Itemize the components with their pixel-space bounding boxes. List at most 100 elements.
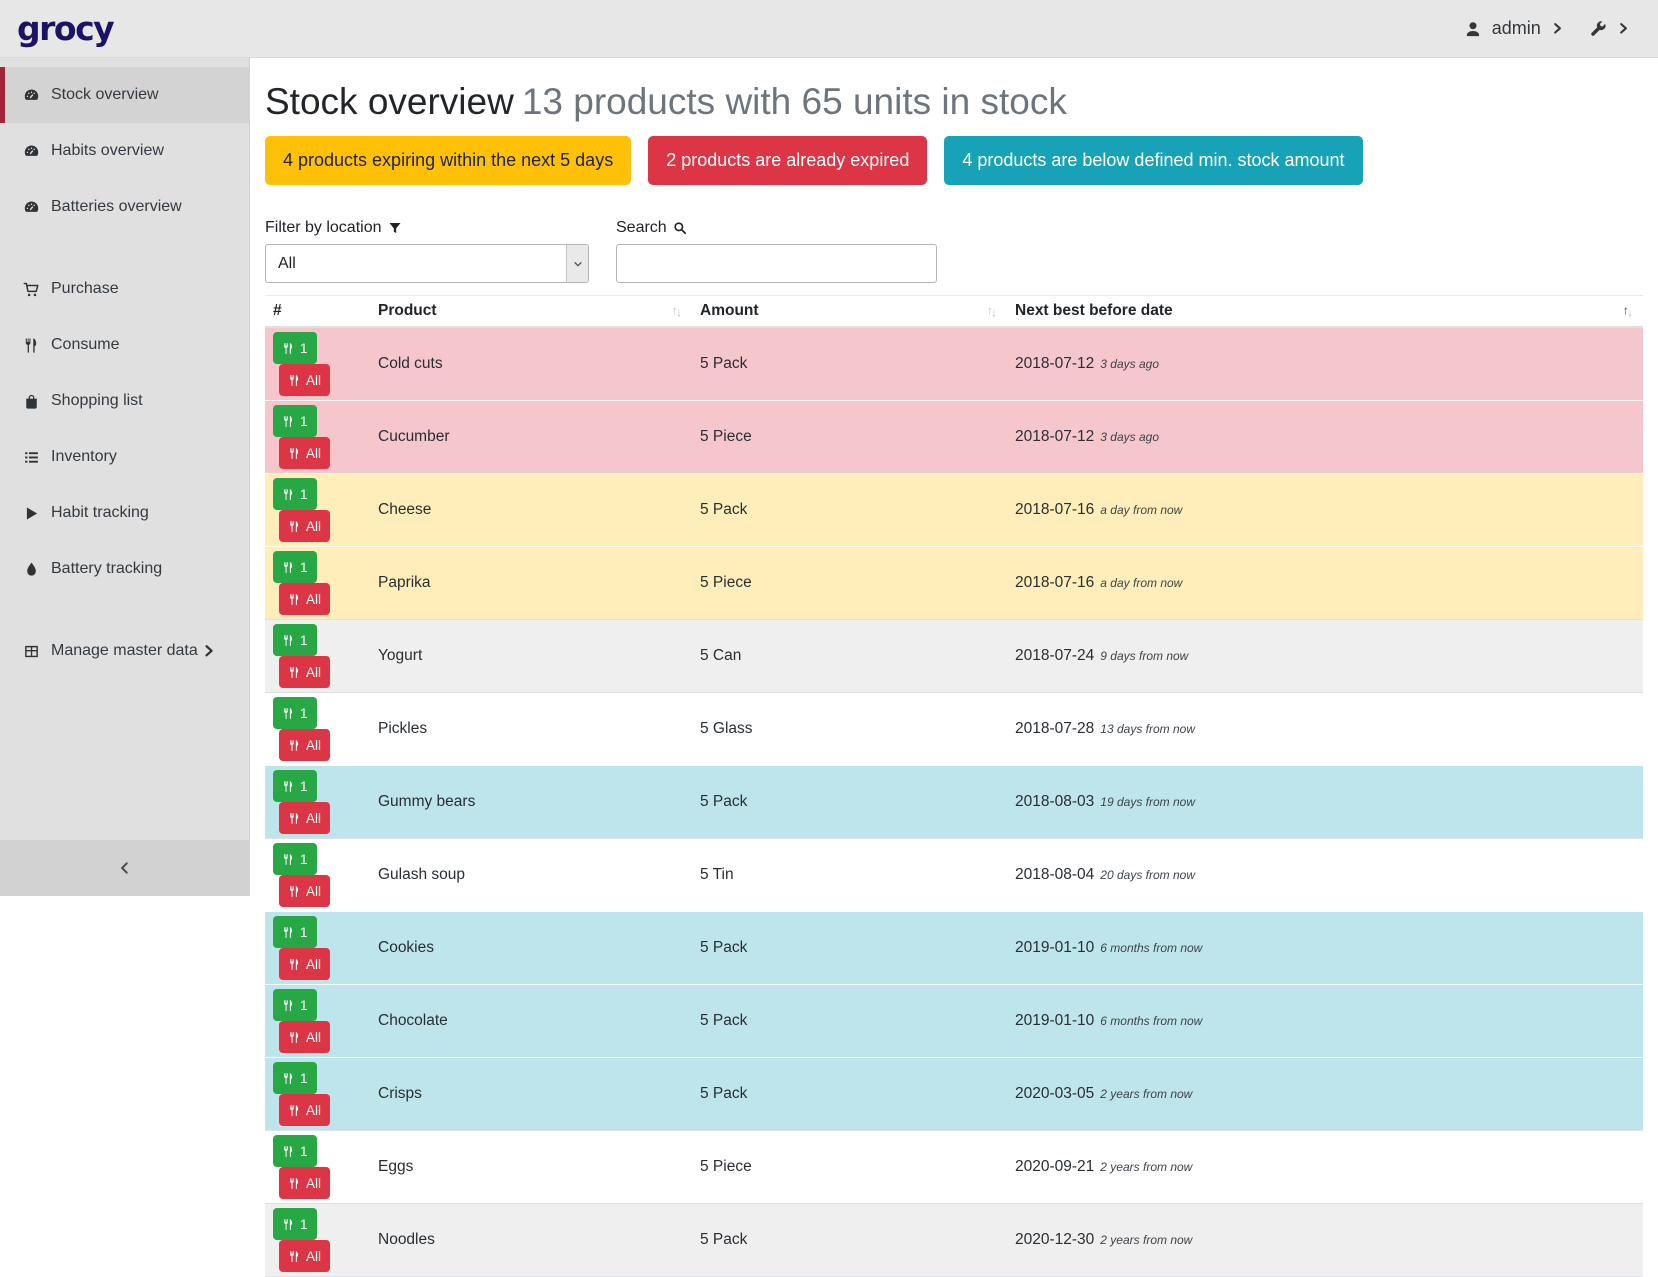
gauge-icon [20, 87, 42, 104]
consume-one-button[interactable]: 1 [273, 478, 317, 510]
consume-one-button[interactable]: 1 [273, 624, 317, 656]
best-before-relative: a day from now [1100, 503, 1182, 517]
table-row-paprika: 1AllPaprika5 Piece2018-07-16a day from n… [265, 547, 1643, 620]
consume-all-button[interactable]: All [279, 1094, 330, 1126]
row-actions-cell: 1All [265, 327, 370, 401]
consume-all-button[interactable]: All [279, 510, 330, 542]
row-actions-cell: 1All [265, 839, 370, 912]
sidebar-item-manage-master-data[interactable]: Manage master data [0, 623, 249, 679]
consume-one-button[interactable]: 1 [273, 332, 317, 364]
stock-table: #Product↑↓Amount↑↓Next best before date↑… [265, 295, 1643, 1277]
best-before-relative: 9 days from now [1100, 649, 1188, 663]
utensils-icon [288, 812, 301, 825]
gauge-icon [20, 199, 42, 216]
sidebar-item-label: Habit tracking [51, 504, 149, 522]
sidebar-item-inventory[interactable]: Inventory [0, 429, 249, 485]
row-actions-cell: 1All [265, 1131, 370, 1204]
consume-one-button[interactable]: 1 [273, 989, 317, 1021]
settings-menu[interactable] [1589, 20, 1630, 38]
utensils-icon [20, 337, 42, 354]
consume-one-button[interactable]: 1 [273, 843, 317, 875]
product-name: Cheese [378, 501, 431, 518]
consume-all-button[interactable]: All [279, 437, 330, 469]
product-name: Gummy bears [378, 793, 475, 810]
utensils-icon [288, 1104, 301, 1117]
flame-icon [20, 561, 42, 578]
utensils-icon [288, 520, 301, 533]
search-icon [673, 221, 687, 235]
table-row-crisps: 1AllCrisps5 Pack2020-03-052 years from n… [265, 1058, 1643, 1131]
column-header-product[interactable]: Product↑↓ [370, 296, 692, 328]
product-cell: Chocolate [370, 985, 692, 1058]
best-before-date: 2018-07-28 [1015, 720, 1094, 737]
sidebar-item-consume[interactable]: Consume [0, 317, 249, 373]
consume-one-button[interactable]: 1 [273, 770, 317, 802]
consume-all-button[interactable]: All [279, 948, 330, 980]
best-before-relative: a day from now [1100, 576, 1182, 590]
consume-one-button[interactable]: 1 [273, 916, 317, 948]
utensils-icon [288, 739, 301, 752]
amount-cell: 5 Pack [692, 985, 1007, 1058]
chevron-left-icon [118, 861, 132, 875]
below-min-stock-alert-badge[interactable]: 4 products are below defined min. stock … [944, 136, 1362, 185]
consume-all-button[interactable]: All [279, 656, 330, 688]
topbar-menu: admin [1464, 18, 1630, 39]
best-before-relative: 2 years from now [1100, 1233, 1192, 1247]
consume-all-button[interactable]: All [279, 729, 330, 761]
product-cell: Cookies [370, 912, 692, 985]
table-row-yogurt: 1AllYogurt5 Can2018-07-249 days from now [265, 620, 1643, 693]
best-before-cell: 2018-07-16a day from now [1007, 547, 1643, 620]
expiring-alert-badge[interactable]: 4 products expiring within the next 5 da… [265, 136, 631, 185]
consume-all-button[interactable]: All [279, 1167, 330, 1199]
location-select[interactable]: All [265, 244, 589, 283]
utensils-icon [288, 666, 301, 679]
consume-all-button[interactable]: All [279, 1240, 330, 1272]
row-actions-cell: 1All [265, 547, 370, 620]
expired-alert-badge[interactable]: 2 products are already expired [648, 136, 927, 185]
consume-one-button[interactable]: 1 [273, 1135, 317, 1167]
consume-all-button[interactable]: All [279, 802, 330, 834]
consume-all-button[interactable]: All [279, 583, 330, 615]
amount-cell: 5 Piece [692, 547, 1007, 620]
sidebar-collapse-button[interactable] [0, 840, 249, 896]
best-before-date: 2018-08-03 [1015, 793, 1094, 810]
product-cell: Yogurt [370, 620, 692, 693]
consume-one-button[interactable]: 1 [273, 405, 317, 437]
sidebar-item-habits-overview[interactable]: Habits overview [0, 123, 249, 179]
app-logo[interactable]: grocy [17, 9, 113, 48]
product-cell: Gummy bears [370, 766, 692, 839]
amount-cell: 5 Piece [692, 1131, 1007, 1204]
chevron-right-icon [198, 644, 220, 658]
best-before-cell: 2018-08-0319 days from now [1007, 766, 1643, 839]
utensils-icon [282, 561, 295, 574]
search-input[interactable] [616, 244, 937, 283]
product-cell: Paprika [370, 547, 692, 620]
user-menu[interactable]: admin [1464, 18, 1564, 39]
consume-all-button[interactable]: All [279, 364, 330, 396]
sidebar-item-label: Batteries overview [51, 198, 182, 216]
consume-one-button[interactable]: 1 [273, 1062, 317, 1094]
sidebar-item-shopping-list[interactable]: Shopping list [0, 373, 249, 429]
sidebar-item-batteries-overview[interactable]: Batteries overview [0, 179, 249, 235]
sidebar-item-purchase[interactable]: Purchase [0, 261, 249, 317]
best-before-cell: 2018-08-0420 days from now [1007, 839, 1643, 912]
consume-one-button[interactable]: 1 [273, 1208, 317, 1240]
location-filter: Filter by location All [265, 219, 589, 283]
column-header-next-best-before-date[interactable]: Next best before date↑↓ [1007, 296, 1643, 328]
utensils-icon [288, 593, 301, 606]
consume-all-button[interactable]: All [279, 1021, 330, 1053]
consume-one-button[interactable]: 1 [273, 697, 317, 729]
column-header-amount[interactable]: Amount↑↓ [692, 296, 1007, 328]
best-before-date: 2020-09-21 [1015, 1158, 1094, 1175]
sidebar-item-label: Stock overview [51, 86, 159, 104]
sidebar-item-habit-tracking[interactable]: Habit tracking [0, 485, 249, 541]
best-before-cell: 2019-01-106 months from now [1007, 985, 1643, 1058]
consume-all-button[interactable]: All [279, 875, 330, 907]
sidebar-item-label: Purchase [51, 280, 119, 298]
sidebar-item-stock-overview[interactable]: Stock overview [0, 67, 249, 123]
consume-one-button[interactable]: 1 [273, 551, 317, 583]
user-icon [1464, 20, 1482, 38]
sidebar: Stock overview Habits overview Batteries o… [0, 58, 250, 896]
sidebar-item-battery-tracking[interactable]: Battery tracking [0, 541, 249, 597]
utensils-icon [288, 958, 301, 971]
